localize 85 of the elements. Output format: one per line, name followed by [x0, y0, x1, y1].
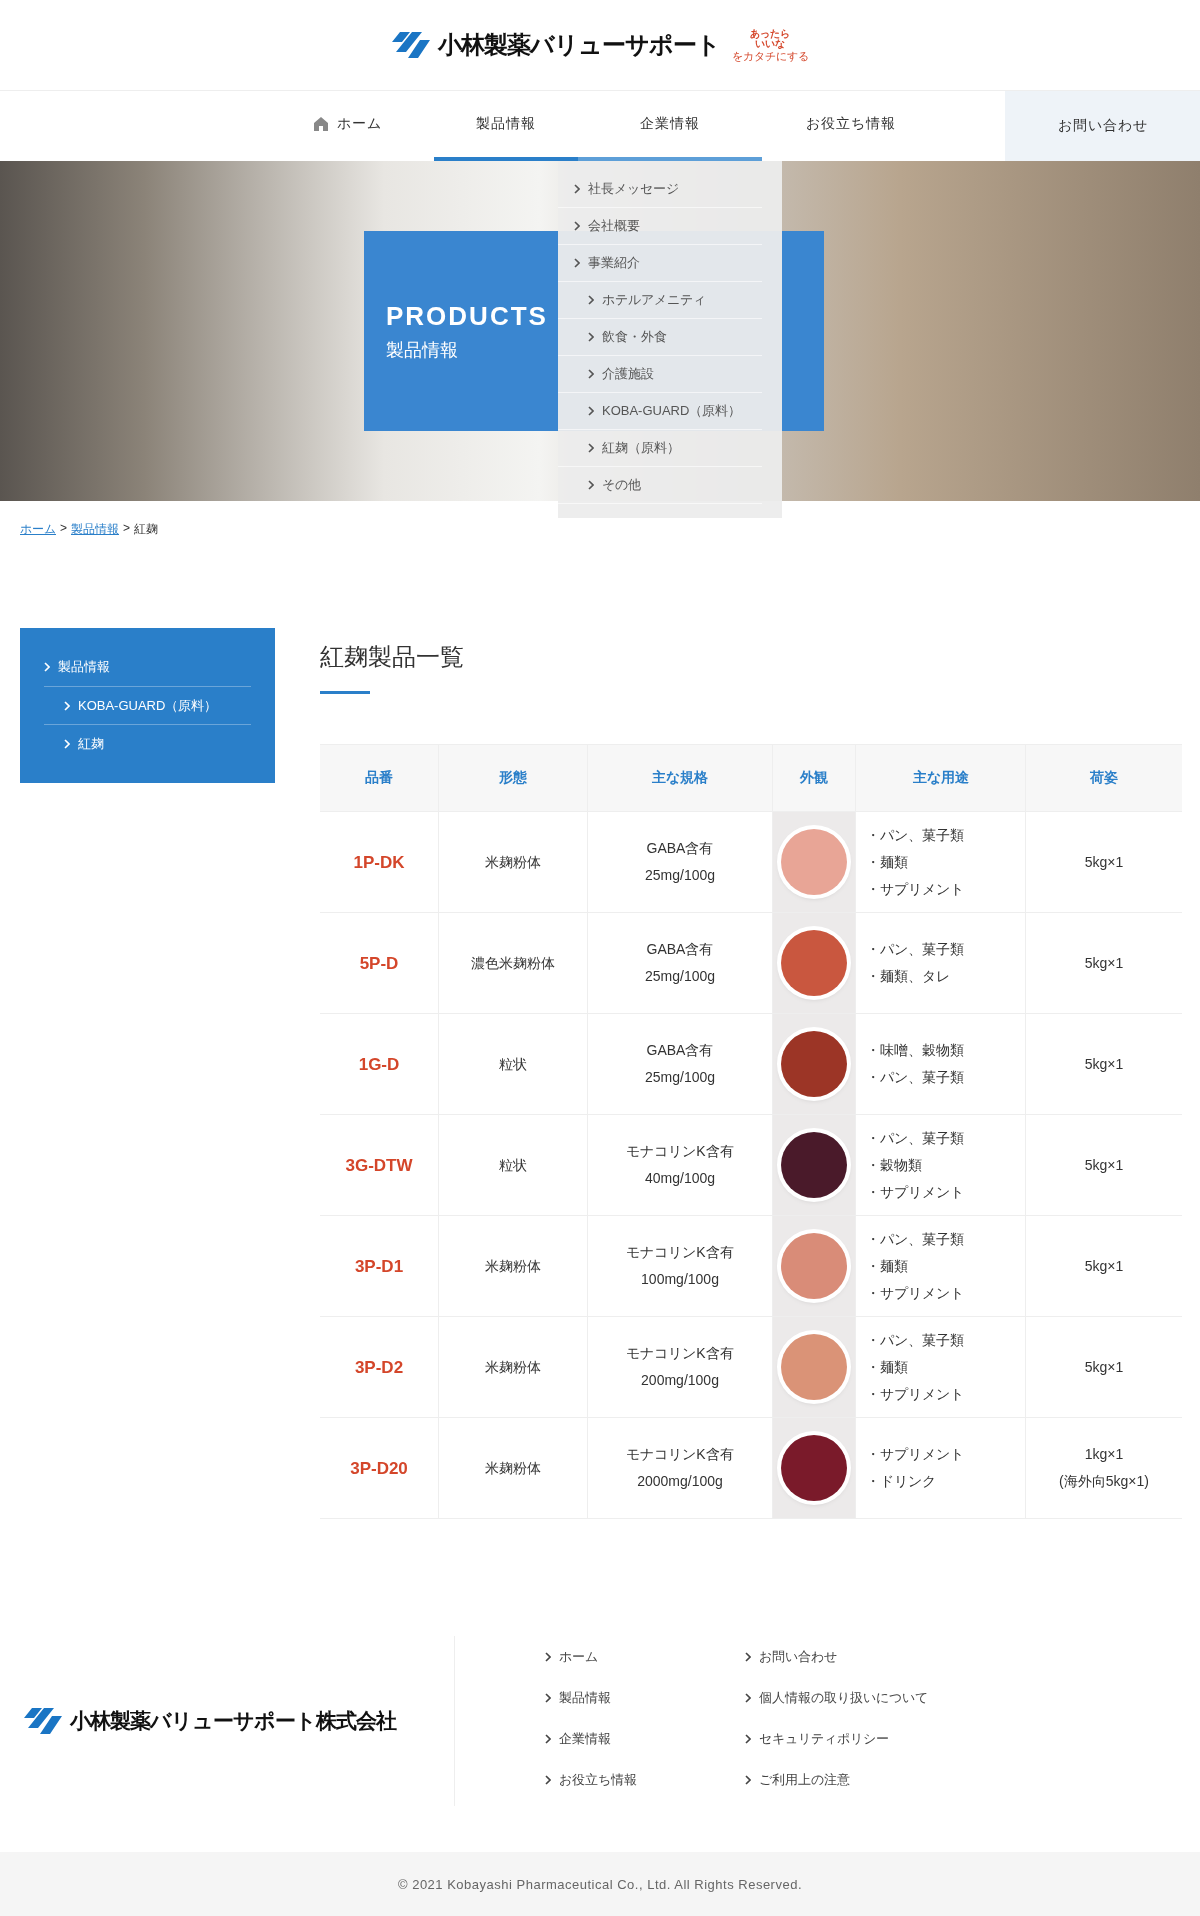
- logo-icon: [24, 1708, 64, 1734]
- logo-icon: [391, 32, 432, 58]
- chevron-icon: [588, 480, 594, 490]
- table-cell: 粒状: [438, 1114, 588, 1216]
- table-cell: モナコリンK含有 100mg/100g: [587, 1215, 773, 1317]
- chevron-icon: [545, 1651, 551, 1662]
- breadcrumb-separator: >: [60, 521, 67, 537]
- table-cell: モナコリンK含有 200mg/100g: [587, 1316, 773, 1418]
- company-name: 小林製薬バリューサポート株式会社: [70, 1708, 396, 1734]
- footer-link[interactable]: 企業情報: [545, 1718, 745, 1759]
- column-header: 主な規格: [587, 744, 773, 812]
- chevron-icon: [545, 1774, 551, 1785]
- slogan-text: をカタチにする: [731, 50, 809, 62]
- slogan-text: あったら: [750, 28, 790, 39]
- table-cell: 1G-D: [320, 1013, 439, 1115]
- slogan-text: いいな: [755, 38, 785, 49]
- hero-subtitle: 製品情報: [386, 338, 458, 362]
- breadcrumb-current: 紅麹: [134, 521, 159, 538]
- chevron-icon: [745, 1733, 751, 1744]
- logo-text[interactable]: 小林製薬バリューサポート: [437, 29, 720, 61]
- copyright-text: © 2021 Kobayashi Pharmaceutical Co., Ltd. All Rights Reserved.: [397, 1876, 803, 1892]
- sidebar-item[interactable]: KOBA-GUARD（原料）: [44, 686, 251, 726]
- footer-link[interactable]: ご利用上の注意: [745, 1759, 945, 1800]
- footer-link[interactable]: 製品情報: [545, 1677, 745, 1718]
- table-cell: モナコリンK含有 2000mg/100g: [587, 1417, 773, 1519]
- table-cell: GABA含有 25mg/100g: [587, 912, 773, 1014]
- table-cell: 3G-DTW: [320, 1114, 439, 1216]
- chevron-icon: [745, 1692, 751, 1703]
- breadcrumb-link[interactable]: ホーム: [20, 521, 56, 561]
- table-cell: 米麹粉体: [438, 811, 588, 913]
- sidebar-item[interactable]: 紅麹: [44, 725, 251, 763]
- chevron-icon: [574, 184, 580, 194]
- nav-tab[interactable]: ホーム: [260, 91, 434, 161]
- column-header: 主な用途: [855, 744, 1026, 812]
- table-cell: GABA含有 25mg/100g: [587, 1013, 773, 1115]
- nav-tab[interactable]: お役立ち情報: [762, 91, 940, 161]
- contact-button[interactable]: お問い合わせ: [1005, 91, 1200, 161]
- footer-link[interactable]: ホーム: [545, 1636, 745, 1677]
- chevron-icon: [44, 661, 50, 672]
- hero-title: PRODUCTS: [386, 300, 548, 332]
- table-cell: 粒状: [438, 1013, 588, 1115]
- table-cell: 3P-D1: [320, 1215, 439, 1317]
- breadcrumb-link[interactable]: 製品情報: [71, 521, 119, 561]
- chevron-icon: [574, 221, 580, 231]
- chevron-icon: [588, 443, 594, 453]
- table-cell: 3P-D20: [320, 1417, 439, 1519]
- table-cell: 3P-D2: [320, 1316, 439, 1418]
- chevron-icon: [588, 332, 594, 342]
- table-cell: ・パン、菓子類 ・麺類 ・サプリメント: [855, 1215, 1026, 1317]
- chevron-icon: [574, 258, 580, 268]
- table-cell: GABA含有 25mg/100g: [587, 811, 773, 913]
- chevron-icon: [64, 739, 70, 750]
- column-header: 形態: [438, 744, 588, 812]
- chevron-icon: [588, 295, 594, 305]
- table-cell: 濃色米麹粉体: [438, 912, 588, 1014]
- table-cell: 米麹粉体: [438, 1316, 588, 1418]
- table-cell: ・味噌、穀物類 ・パン、菓子類: [855, 1013, 1026, 1115]
- table-cell: ・パン、菓子類 ・麺類 ・サプリメント: [855, 1316, 1026, 1418]
- table-cell: ・パン、菓子類 ・麺類 ・サプリメント: [855, 811, 1026, 913]
- chevron-icon: [745, 1651, 751, 1662]
- breadcrumb-separator: >: [123, 521, 131, 537]
- chevron-icon: [64, 700, 70, 711]
- home-icon: [312, 116, 329, 132]
- footer-link[interactable]: セキュリティポリシー: [745, 1718, 945, 1759]
- table-cell: 1P-DK: [320, 811, 439, 913]
- chevron-icon: [588, 369, 594, 379]
- table-cell: ・パン、菓子類 ・穀物類 ・サプリメント: [855, 1114, 1026, 1216]
- footer-link[interactable]: 個人情報の取り扱いについて: [745, 1677, 945, 1718]
- footer-link[interactable]: お役立ち情報: [545, 1759, 745, 1800]
- chevron-icon: [588, 406, 594, 416]
- chevron-icon: [745, 1774, 751, 1785]
- column-header: 品番: [320, 744, 439, 812]
- page-title: 紅麹製品一覧: [320, 642, 465, 672]
- chevron-icon: [545, 1733, 551, 1744]
- column-header: 荷姿: [1025, 744, 1182, 812]
- table-cell: ・サプリメント ・ドリンク: [855, 1417, 1026, 1519]
- footer-link[interactable]: お問い合わせ: [745, 1636, 945, 1677]
- table-cell: 5P-D: [320, 912, 439, 1014]
- table-cell: ・パン、菓子類 ・麺類、タレ: [855, 912, 1026, 1014]
- table-cell: モナコリンK含有 40mg/100g: [587, 1114, 773, 1216]
- column-header: 外観: [772, 744, 856, 812]
- table-cell: 米麹粉体: [438, 1417, 588, 1519]
- table-cell: 米麹粉体: [438, 1215, 588, 1317]
- sidebar-item[interactable]: 製品情報: [44, 648, 251, 687]
- chevron-icon: [545, 1692, 551, 1703]
